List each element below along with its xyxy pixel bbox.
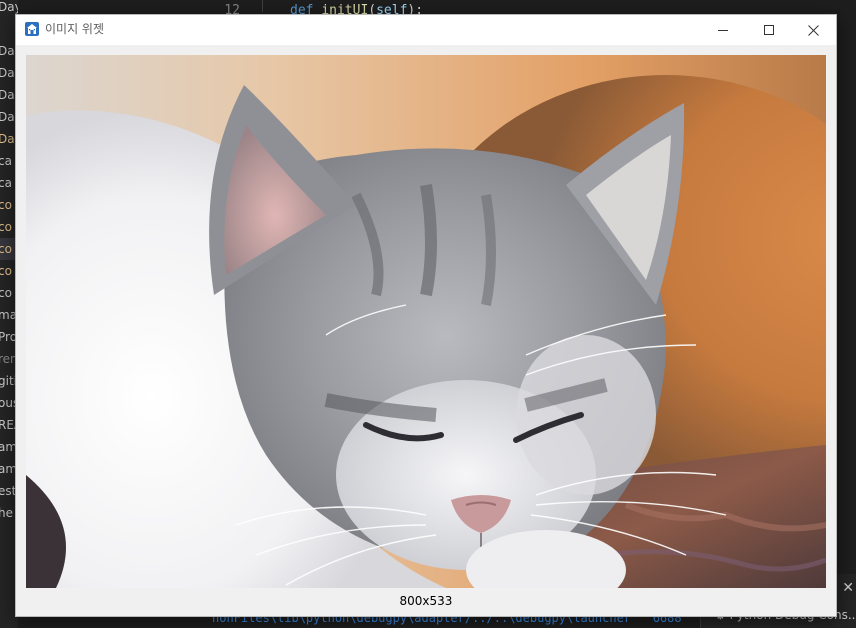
minimize-button[interactable] — [700, 15, 746, 45]
close-icon[interactable]: ✕ — [842, 580, 854, 596]
minimize-icon — [718, 30, 728, 31]
maximize-icon — [764, 25, 774, 35]
indent-guide — [262, 0, 263, 12]
close-button[interactable] — [790, 15, 836, 45]
editor-right-edge — [838, 0, 856, 574]
image-size-label: 800x533 — [399, 594, 453, 608]
qt-house-icon — [25, 22, 39, 36]
window-title: 이미지 위젯 — [45, 22, 105, 36]
image-widget-window: 이미지 위젯 800x533 — [15, 14, 837, 617]
maximize-button[interactable] — [746, 15, 792, 45]
kitten-image — [26, 55, 826, 588]
kitten-photo — [26, 55, 826, 588]
close-icon — [807, 24, 819, 36]
window-client-area: 800x533 — [16, 45, 836, 616]
title-bar[interactable]: 이미지 위젯 — [16, 15, 836, 45]
